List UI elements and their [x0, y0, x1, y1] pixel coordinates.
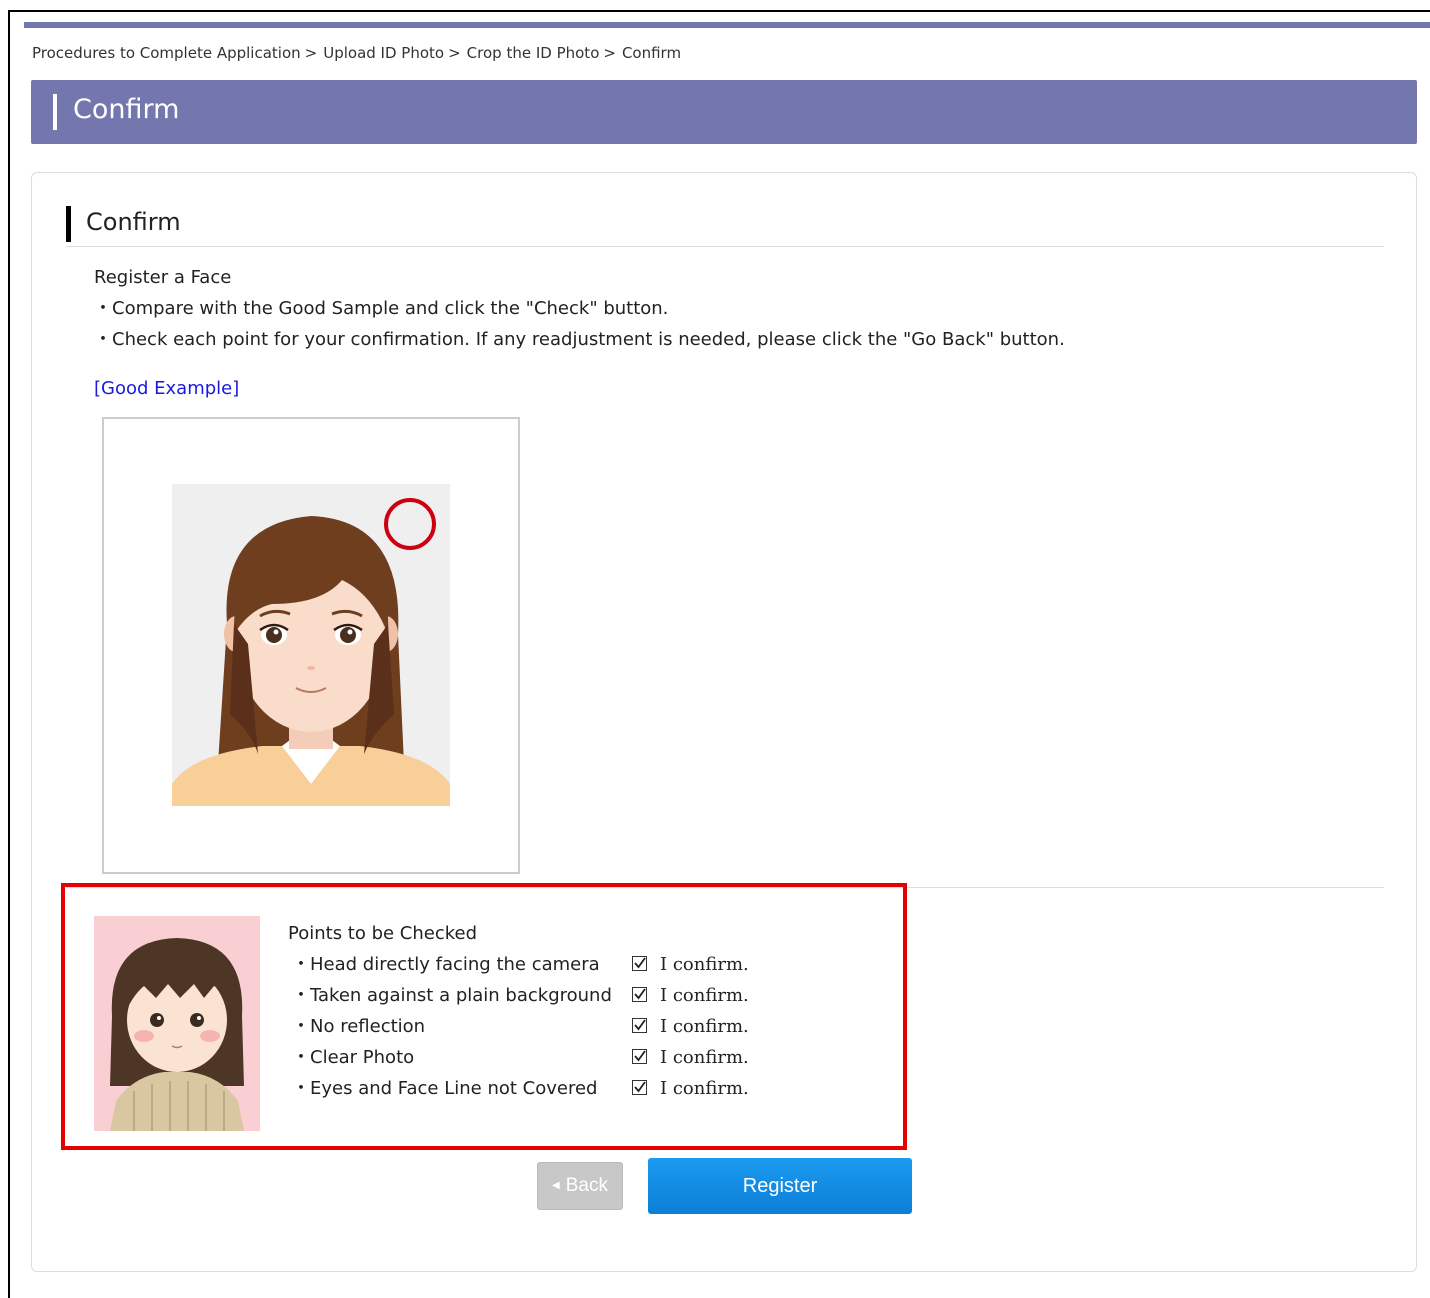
breadcrumb-item-upload[interactable]: Upload ID Photo [323, 44, 444, 62]
banner-accent-bar [53, 94, 57, 130]
uploaded-photo-illustration [94, 916, 260, 1131]
header-stripe [24, 22, 1430, 28]
confirm-label[interactable]: I confirm. [660, 1042, 749, 1073]
confirm-label[interactable]: I confirm. [660, 1073, 749, 1104]
section-title: Confirm [86, 208, 181, 236]
checklist-row: ・Clear Photo I confirm. [288, 1042, 749, 1073]
good-example-photo-frame [102, 417, 520, 874]
register-button[interactable]: Register [648, 1158, 912, 1214]
checkmark-icon [634, 1050, 646, 1062]
checklist-item-label: ・Clear Photo [292, 1047, 415, 1068]
back-button[interactable]: ◀ Back [537, 1162, 623, 1210]
section-header: Confirm [66, 204, 1384, 247]
breadcrumb-separator: > [603, 44, 616, 62]
instructions-heading: Register a Face [94, 267, 232, 288]
checklist-item-label: ・Eyes and Face Line not Covered [292, 1078, 598, 1099]
section-accent-bar [66, 206, 71, 242]
checklist-item-label: ・Head directly facing the camera [292, 954, 600, 975]
checklist-row: ・Taken against a plain background I conf… [288, 980, 749, 1011]
breadcrumb: Procedures to Complete Application > Uploa… [32, 44, 681, 62]
good-example-illustration [172, 484, 450, 806]
breadcrumb-separator: > [448, 44, 461, 62]
confirm-label[interactable]: I confirm. [660, 980, 749, 1011]
checkmark-icon [634, 957, 646, 969]
checkmark-icon [634, 1019, 646, 1031]
confirm-checkbox[interactable] [632, 987, 647, 1002]
checkmark-icon [634, 1081, 646, 1093]
page-title-banner: Confirm [31, 80, 1417, 144]
confirm-label[interactable]: I confirm. [660, 949, 749, 980]
instructions-line: ・Compare with the Good Sample and click … [94, 298, 669, 319]
breadcrumb-item-procedures[interactable]: Procedures to Complete Application [32, 44, 301, 62]
uploaded-photo-thumbnail [94, 916, 260, 1131]
confirm-checkbox[interactable] [632, 956, 647, 971]
confirm-checkbox[interactable] [632, 1049, 647, 1064]
checklist: Points to be Checked ・Head directly faci… [288, 918, 749, 1104]
breadcrumb-item-crop[interactable]: Crop the ID Photo [467, 44, 600, 62]
window-border-left [8, 10, 10, 1298]
checklist-row: ・No reflection I confirm. [288, 1011, 749, 1042]
checklist-item-label: ・Taken against a plain background [292, 985, 612, 1006]
confirm-checkbox[interactable] [632, 1018, 647, 1033]
confirm-checkbox[interactable] [632, 1080, 647, 1095]
page-title: Confirm [73, 94, 180, 125]
back-button-label: Back [565, 1175, 608, 1196]
checklist-row: ・Head directly facing the camera I confi… [288, 949, 749, 980]
confirm-label[interactable]: I confirm. [660, 1011, 749, 1042]
breadcrumb-item-confirm: Confirm [621, 44, 682, 62]
window-border-top [8, 10, 1430, 12]
instructions: Register a Face ・Compare with the Good S… [94, 262, 1065, 355]
checkmark-icon [634, 988, 646, 1000]
breadcrumb-separator: > [304, 44, 318, 62]
checklist-row: ・Eyes and Face Line not Covered I confir… [288, 1073, 749, 1104]
checklist-title: Points to be Checked [288, 923, 478, 944]
instructions-line: ・Check each point for your confirmation.… [94, 329, 1065, 350]
good-example-link[interactable]: [Good Example] [94, 378, 239, 399]
triangle-left-icon: ◀ [552, 1180, 560, 1191]
checklist-item-label: ・No reflection [292, 1016, 426, 1037]
